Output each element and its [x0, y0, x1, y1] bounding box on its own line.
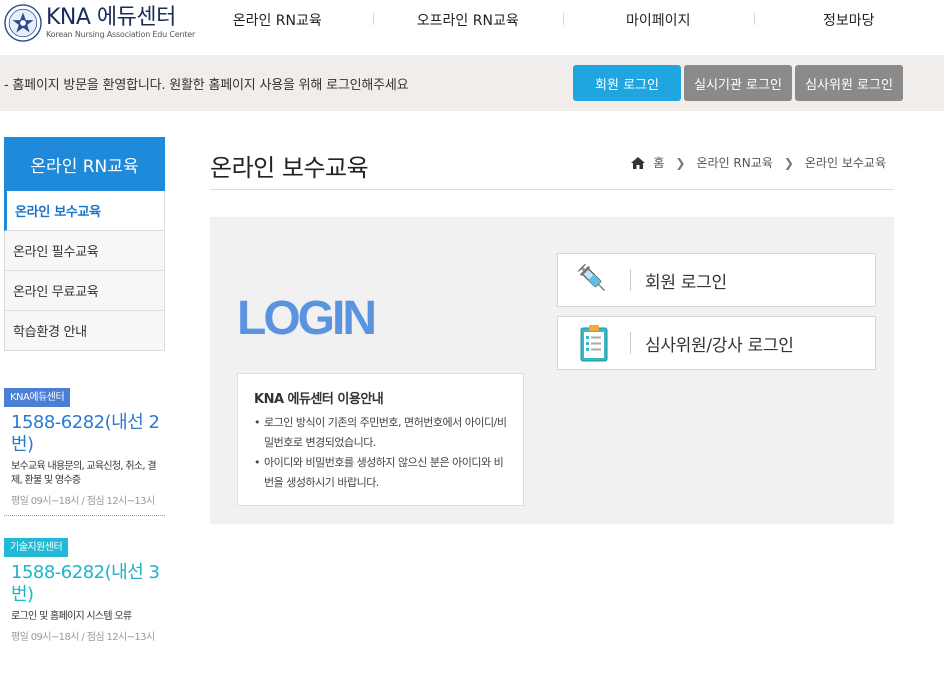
main-nav: 온라인 RN교육 오프라인 RN교육 마이페이지 정보마당 [182, 0, 944, 40]
kna-emblem-icon [4, 4, 42, 42]
logo-title: KNA 에듀센터 [46, 5, 176, 30]
institution-login-button[interactable]: 실시기관 로그인 [684, 65, 792, 101]
breadcrumb-home[interactable]: 홈 [653, 154, 664, 171]
sidebar-menu: 온라인 보수교육 온라인 필수교육 온라인 무료교육 학습환경 안내 [4, 191, 165, 351]
reviewer-login-button[interactable]: 심사위원 로그인 [795, 65, 903, 101]
sidebar-title: 온라인 RN교육 [4, 137, 165, 191]
contact-description: 보수교육 내용문의, 교육신청, 취소, 결제, 환불 및 영수증 [11, 461, 157, 486]
syringe-icon [558, 254, 630, 306]
nav-offline-rn[interactable]: 오프라인 RN교육 [372, 10, 564, 30]
reviewer-instructor-login-label: 심사위원/강사 로그인 [645, 335, 794, 356]
member-login-button[interactable]: 회원 로그인 [573, 65, 681, 101]
contact-phone: 1588-6282(내선 3번) [11, 562, 160, 605]
nav-online-rn[interactable]: 온라인 RN교육 [182, 10, 373, 30]
usage-info-box: KNA 에듀센터 이용안내 로그인 방식이 기존의 주민번호, 면허번호에서 아… [237, 373, 524, 506]
login-heading: LOGIN [237, 292, 377, 345]
info-item: 아이디와 비밀번호를 생성하지 않으신 분은 아이디와 비번을 생성하시기 바랍… [254, 453, 507, 493]
welcome-message: - 홈페이지 방문을 환영합니다. 원활한 홈페이지 사용을 위해 로그인해주세… [4, 78, 409, 93]
breadcrumb-online-rn[interactable]: 온라인 RN교육 [696, 154, 772, 171]
reviewer-instructor-login-card[interactable]: 심사위원/강사 로그인 [557, 316, 876, 370]
site-logo[interactable]: KNA 에듀센터 Korean Nursing Association Edu … [4, 4, 195, 42]
member-login-label: 회원 로그인 [645, 272, 727, 293]
notice-bar: - 홈페이지 방문을 환영합니다. 원활한 홈페이지 사용을 위해 로그인해주세… [0, 55, 944, 111]
contact-phone: 1588-6282(내선 2번) [11, 412, 160, 455]
breadcrumb-current: 온라인 보수교육 [804, 156, 886, 170]
sidebar-item-online-required[interactable]: 온라인 필수교육 [5, 231, 164, 271]
logo-subtitle: Korean Nursing Association Edu Center [46, 30, 196, 39]
member-login-card[interactable]: 회원 로그인 [557, 253, 876, 307]
contact-tag: 기술지원센터 [4, 538, 69, 557]
login-panel: LOGIN KNA 에듀센터 이용안내 로그인 방식이 기존의 주민번호, 면허… [210, 217, 894, 524]
contact-kna-educenter: KNA에듀센터 1588-6282(내선 2번) 보수교육 내용문의, 교육신청… [4, 385, 165, 516]
sidebar-item-learning-env[interactable]: 학습환경 안내 [5, 311, 164, 351]
info-item: 로그인 방식이 기존의 주민번호, 면허번호에서 아이디/비밀번호로 변경되었습… [254, 413, 507, 453]
contact-tech-support: 기술지원센터 1588-6282(내선 3번) 로그인 및 홈페이지 시스템 오… [4, 535, 165, 643]
nav-mypage[interactable]: 마이페이지 [563, 10, 754, 30]
nav-info[interactable]: 정보마당 [753, 10, 944, 30]
page-title: 온라인 보수교육 [210, 154, 369, 182]
contact-tag: KNA에듀센터 [4, 388, 71, 407]
chevron-right-icon: ❯ [675, 155, 686, 170]
info-title: KNA 에듀센터 이용안내 [254, 392, 384, 407]
info-list: 로그인 방식이 기존의 주민번호, 면허번호에서 아이디/비밀번호로 변경되었습… [254, 413, 507, 493]
contact-hours: 평일 09시~18시 / 점심 12시~13시 [11, 496, 155, 507]
button-divider [630, 269, 631, 291]
contact-hours: 평일 09시~18시 / 점심 12시~13시 [11, 632, 155, 643]
contact-description: 로그인 및 홈페이지 시스템 오류 [11, 611, 132, 622]
button-divider [630, 332, 631, 354]
title-divider [210, 189, 894, 190]
clipboard-icon [558, 317, 630, 369]
breadcrumb: 홈 ❯ 온라인 RN교육 ❯ 온라인 보수교육 [631, 154, 886, 171]
chevron-right-icon: ❯ [783, 155, 794, 170]
sidebar-item-online-free[interactable]: 온라인 무료교육 [5, 271, 164, 311]
site-header: KNA 에듀센터 Korean Nursing Association Edu … [0, 0, 944, 55]
sidebar-item-online-refresher[interactable]: 온라인 보수교육 [4, 191, 164, 231]
home-icon [631, 156, 646, 169]
